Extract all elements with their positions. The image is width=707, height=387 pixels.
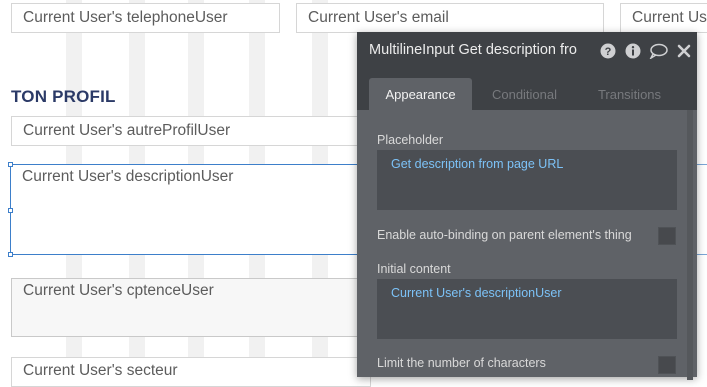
initial-content-label: Initial content: [377, 262, 451, 276]
auto-binding-label: Enable auto-binding on parent element's …: [377, 228, 632, 242]
tab-appearance[interactable]: Appearance: [369, 78, 472, 110]
placeholder-label: Placeholder: [377, 133, 444, 147]
secteur-field[interactable]: Current User's secteur: [11, 357, 371, 387]
help-icon[interactable]: ?: [600, 43, 616, 59]
third-field[interactable]: Current Use: [620, 3, 707, 33]
resize-handle[interactable]: [8, 162, 13, 167]
panel-title: MultilineInput Get description fro: [369, 42, 577, 58]
autre-profil-field[interactable]: Current User's autreProfilUser: [11, 116, 371, 146]
property-editor-panel: MultilineInput Get description fro ? App…: [357, 32, 697, 380]
comment-icon[interactable]: [649, 43, 668, 59]
email-field[interactable]: Current User's email: [296, 3, 604, 33]
competence-field[interactable]: Current User's cptenceUser: [11, 278, 371, 337]
panel-header[interactable]: MultilineInput Get description fro ?: [357, 32, 697, 70]
section-title: TON PROFIL: [11, 87, 116, 106]
initial-content-input[interactable]: Current User's descriptionUser: [377, 279, 677, 339]
limit-characters-checkbox[interactable]: [658, 356, 676, 374]
resize-handle[interactable]: [8, 252, 13, 257]
close-icon[interactable]: [676, 43, 692, 59]
auto-binding-checkbox[interactable]: [658, 227, 676, 245]
panel-scrollbar[interactable]: [687, 110, 693, 380]
panel-tabs: Appearance Conditional Transitions: [357, 70, 697, 110]
info-icon[interactable]: [625, 43, 641, 59]
tab-conditional[interactable]: Conditional: [477, 78, 572, 110]
placeholder-input[interactable]: Get description from page URL: [377, 150, 677, 210]
resize-handle[interactable]: [8, 208, 13, 213]
description-multiline-input[interactable]: Current User's descriptionUser: [10, 164, 370, 255]
telephone-field[interactable]: Current User's telephoneUser: [11, 3, 280, 33]
svg-text:?: ?: [605, 46, 612, 58]
tab-transitions[interactable]: Transitions: [582, 78, 677, 110]
limit-characters-label: Limit the number of characters: [377, 356, 546, 370]
